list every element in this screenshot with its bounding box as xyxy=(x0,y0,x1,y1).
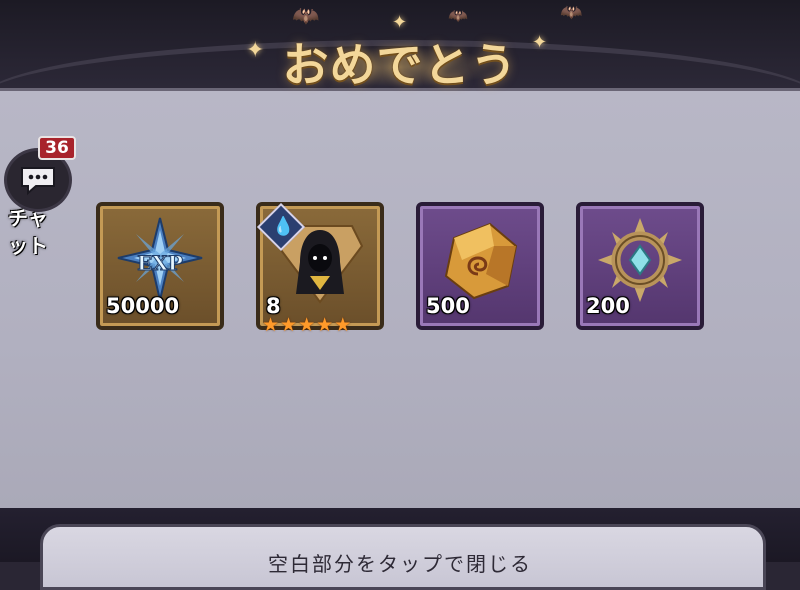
spiked-ring-icon xyxy=(598,218,682,302)
sparkle-icon: ✦ xyxy=(246,38,265,63)
water-drop-icon: 💧 xyxy=(272,216,295,237)
star-icon: ★ xyxy=(262,314,280,336)
reward-item-exp[interactable]: EXP 50000 xyxy=(96,202,224,330)
reward-item-ore[interactable]: 500 xyxy=(416,202,544,330)
exp-icon: EXP xyxy=(117,217,203,301)
chat-label-line1: チャ xyxy=(8,206,48,230)
svg-text:EXP: EXP xyxy=(137,251,183,275)
chat-label-line2: ット xyxy=(8,234,48,258)
star-icon: ★ xyxy=(316,314,334,336)
reward-count: 200 xyxy=(586,294,630,318)
star-icon: ★ xyxy=(298,314,316,336)
title-banner: おめでとう xyxy=(240,22,560,102)
bat-icon: 🦇 xyxy=(560,2,583,23)
star-icon: ★ xyxy=(280,314,298,336)
reward-count: 50000 xyxy=(106,294,180,318)
page-title: おめでとう xyxy=(282,38,518,92)
ore-fragment-icon xyxy=(444,222,518,300)
reward-item-ring[interactable]: 200 xyxy=(576,202,704,330)
sparkle-icon: ✦ xyxy=(392,12,408,33)
chat-icon xyxy=(21,167,55,196)
reward-item-hero[interactable]: 💧 8 ★ ★ ★ ★ ★ xyxy=(256,202,384,335)
chat-unread-badge: 36 xyxy=(38,136,76,160)
sparkle-icon: ✦ xyxy=(532,32,548,53)
close-hint-text: 空白部分をタップで閉じる xyxy=(268,552,532,576)
chat-label: チャ ット xyxy=(8,204,58,260)
reward-count: 500 xyxy=(426,294,470,318)
star-rating: ★ ★ ★ ★ ★ xyxy=(260,316,382,336)
star-icon: ★ xyxy=(334,314,352,336)
